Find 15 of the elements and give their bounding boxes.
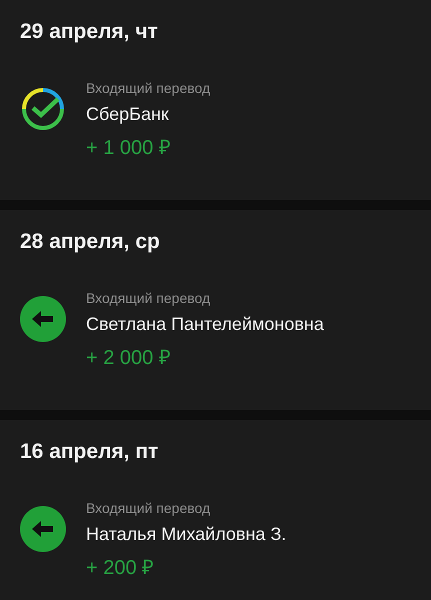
sender-name[interactable]: Наталья Михайловна З. (86, 524, 286, 545)
transaction-type: Входящий перевод (86, 290, 212, 306)
sender-name[interactable]: СберБанк (86, 104, 210, 125)
arrow-left-icon (20, 296, 66, 342)
amount: + 2 000 ₽ (86, 346, 172, 370)
sender-name[interactable]: Светлана Пантелеймоновна (86, 314, 324, 335)
amount: + 200 ₽ (86, 556, 156, 580)
check-ring-icon (20, 86, 66, 132)
transaction-type: Входящий перевод (86, 500, 212, 516)
transaction-type: Входящий перевод (86, 80, 210, 96)
amount: + 1 000 ₽ (86, 136, 172, 160)
date-heading: 29 апреля, чт (20, 20, 159, 44)
arrow-left-icon (20, 506, 66, 552)
date-heading: 16 апреля, пт (20, 440, 160, 464)
date-heading: 28 апреля, ср (20, 230, 161, 254)
